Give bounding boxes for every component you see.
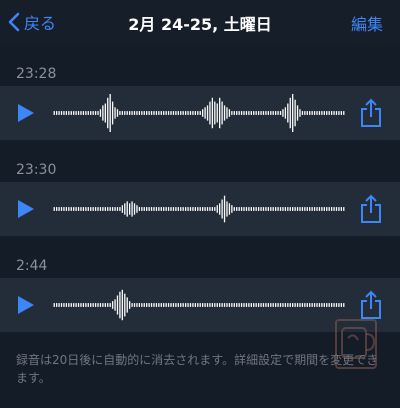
share-icon[interactable]	[359, 98, 383, 128]
recording-time-2: 23:30	[16, 162, 57, 178]
coffee-cup-watermark-icon	[335, 319, 377, 369]
waveform-1	[53, 94, 345, 132]
waveform-2	[53, 195, 345, 223]
waveform-3	[53, 289, 345, 321]
play-icon[interactable]	[18, 104, 34, 122]
navigation-bar: 戻る 2月 24-25, 土曜日 編集	[0, 0, 400, 44]
page-title: 2月 24-25, 土曜日	[128, 15, 272, 34]
recording-row-2[interactable]	[0, 182, 400, 236]
edit-button[interactable]: 編集	[351, 11, 383, 35]
recording-time-1: 23:28	[16, 66, 57, 82]
share-icon[interactable]	[359, 194, 383, 224]
play-icon[interactable]	[18, 200, 34, 218]
recording-time-3: 2:44	[16, 258, 48, 274]
recording-row-1[interactable]	[0, 86, 400, 140]
play-icon[interactable]	[18, 296, 34, 314]
